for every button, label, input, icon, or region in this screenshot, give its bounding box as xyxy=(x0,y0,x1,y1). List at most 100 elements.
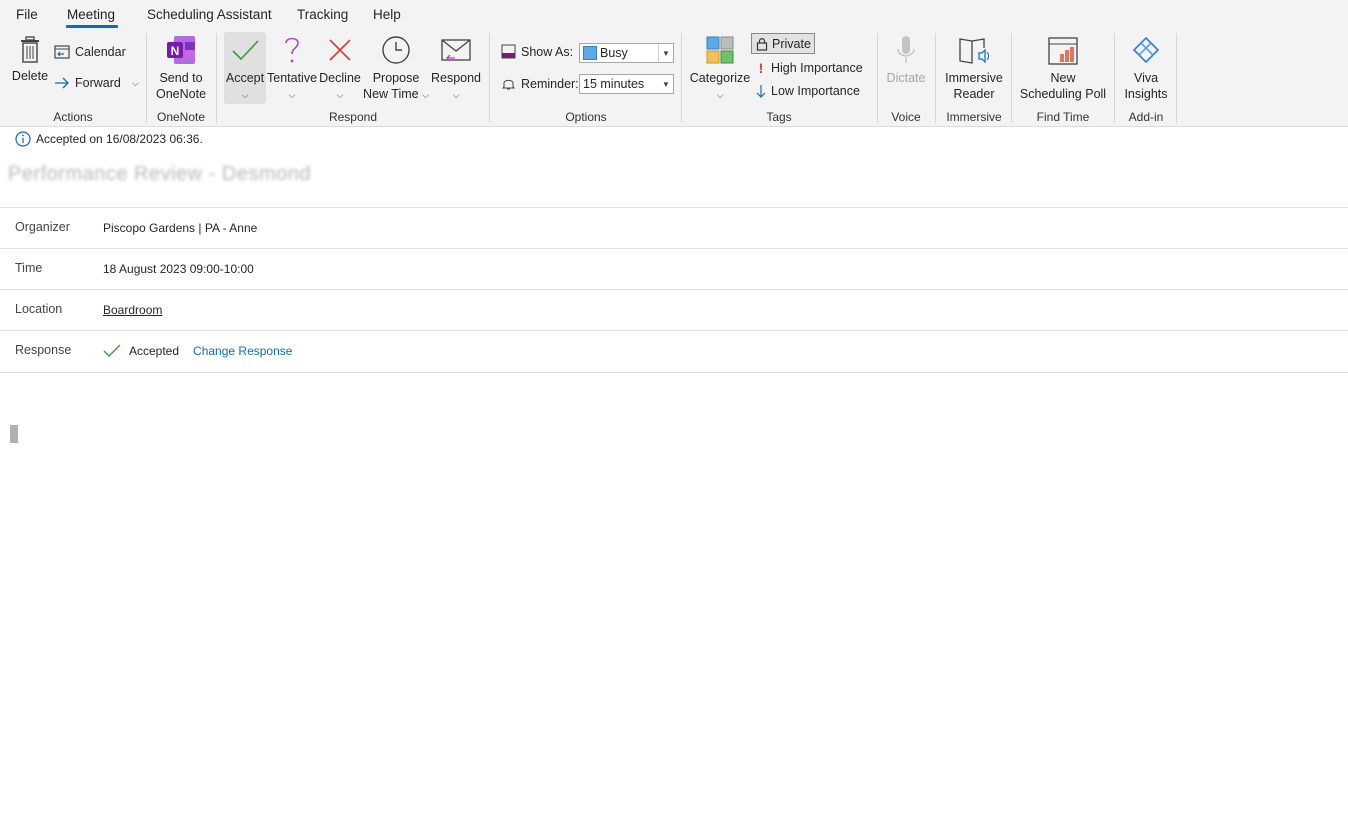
scheduling-poll-icon xyxy=(1048,37,1078,65)
high-importance-label: High Importance xyxy=(771,61,863,75)
divider xyxy=(877,33,878,123)
group-voice-label: Voice xyxy=(891,110,921,124)
dictate-label: Dictate xyxy=(886,71,926,85)
categorize-icon xyxy=(706,36,734,64)
menu-file[interactable]: File xyxy=(16,7,38,22)
divider xyxy=(146,33,147,123)
viva-label-2: Insights xyxy=(1124,87,1168,101)
svg-text:N: N xyxy=(171,44,180,58)
categorize-button[interactable]: Categorize ⌵ xyxy=(688,34,752,103)
divider xyxy=(1176,33,1177,123)
show-as-select[interactable]: Busy ▼ xyxy=(579,43,674,63)
viva-insights-icon xyxy=(1132,36,1160,64)
response-row: Response Accepted Change Response xyxy=(0,330,1348,373)
new-scheduling-poll-button[interactable]: New Scheduling Poll xyxy=(1016,34,1110,102)
group-find-time-label: Find Time xyxy=(1036,110,1090,124)
meeting-title-text: Performance Review - Desmond xyxy=(8,163,311,185)
tentative-label: Tentative xyxy=(267,71,318,85)
accept-label: Accept xyxy=(225,71,265,85)
chevron-down-icon: ⌵ xyxy=(336,90,344,100)
divider xyxy=(1114,33,1115,123)
menu-help[interactable]: Help xyxy=(373,7,401,22)
respond-button[interactable]: Respond ⌵ xyxy=(430,34,482,103)
viva-label-1: Viva xyxy=(1133,71,1159,85)
send-to-label-2: OneNote xyxy=(155,87,207,101)
time-value: 18 August 2023 09:00-10:00 xyxy=(103,262,254,276)
menu-meeting[interactable]: Meeting xyxy=(67,7,115,22)
show-as-label-wrap: Show As: xyxy=(501,44,573,59)
checkmark-icon xyxy=(232,40,259,61)
bell-icon xyxy=(501,79,516,90)
low-importance-label: Low Importance xyxy=(771,84,860,98)
chevron-down-icon: ⌵ xyxy=(716,90,724,100)
chevron-down-icon: ⌵ xyxy=(452,90,460,100)
categorize-label: Categorize xyxy=(689,71,751,85)
forward-button[interactable]: Forward ⌵ xyxy=(54,76,139,90)
text-cursor xyxy=(10,425,18,443)
group-actions-label: Actions xyxy=(53,110,93,124)
trash-icon xyxy=(21,36,39,63)
info-bar: Accepted on 16/08/2023 06:36. xyxy=(15,131,203,147)
dictate-button[interactable]: Dictate xyxy=(883,34,929,86)
info-icon xyxy=(15,131,31,147)
calendar-button[interactable]: Calendar xyxy=(54,44,126,59)
clock-icon xyxy=(382,36,410,64)
close-icon xyxy=(329,39,351,61)
immersive-reader-button[interactable]: Immersive Reader xyxy=(942,34,1006,102)
decline-label: Decline xyxy=(319,71,361,85)
location-label: Location xyxy=(15,302,63,316)
menu-tracking[interactable]: Tracking xyxy=(297,7,348,22)
immersive-label-2: Reader xyxy=(953,87,995,101)
chevron-down-icon: ⌵ xyxy=(241,90,249,100)
show-as-icon xyxy=(501,44,516,59)
reminder-select[interactable]: 15 minutes ▼ xyxy=(579,74,674,94)
question-mark-icon xyxy=(285,37,299,63)
reminder-value: 15 minutes xyxy=(583,77,645,91)
chevron-down-icon: ▼ xyxy=(662,79,670,89)
exclamation-icon: ! xyxy=(758,60,764,76)
onenote-icon: N xyxy=(167,36,195,64)
lock-icon xyxy=(756,37,768,51)
private-label: Private xyxy=(772,36,811,51)
send-to-label-1: Send to xyxy=(159,71,203,85)
organizer-row: Organizer Piscopo Gardens | PA - Anne xyxy=(0,207,1348,249)
chevron-down-icon[interactable]: ⌵ xyxy=(132,78,139,89)
menu-scheduling-assistant[interactable]: Scheduling Assistant xyxy=(147,7,272,22)
delete-button[interactable]: Delete xyxy=(10,34,50,84)
divider xyxy=(1011,33,1012,123)
propose-new-time-button[interactable]: Propose New Time ⌵ xyxy=(362,34,430,103)
change-response-link[interactable]: Change Response xyxy=(193,344,292,358)
viva-insights-button[interactable]: Viva Insights xyxy=(1120,34,1172,102)
busy-color-swatch xyxy=(583,46,597,60)
response-label: Response xyxy=(15,343,72,357)
forward-label: Forward xyxy=(75,76,121,90)
accept-button[interactable]: Accept ⌵ xyxy=(224,34,266,103)
decline-button[interactable]: Decline ⌵ xyxy=(317,34,363,103)
divider xyxy=(216,33,217,123)
checkmark-icon xyxy=(103,344,121,357)
group-onenote-label: OneNote xyxy=(156,110,206,124)
chevron-down-icon: ⌵ xyxy=(288,90,296,100)
propose-label-1: Propose xyxy=(372,71,420,85)
envelope-reply-icon xyxy=(441,39,471,62)
show-as-value: Busy xyxy=(600,46,628,60)
immersive-label-1: Immersive xyxy=(945,71,1003,85)
organizer-label: Organizer xyxy=(15,220,70,234)
time-label: Time xyxy=(15,261,43,275)
delete-label: Delete xyxy=(11,69,49,83)
low-importance-button[interactable]: Low Importance xyxy=(756,84,860,98)
calendar-label: Calendar xyxy=(75,44,126,59)
group-immersive-label: Immersive xyxy=(946,110,1002,124)
show-as-label: Show As: xyxy=(521,44,574,59)
location-link[interactable]: Boardroom xyxy=(103,303,162,317)
tentative-button[interactable]: Tentative ⌵ xyxy=(267,34,317,103)
send-to-onenote-button[interactable]: N Send to OneNote xyxy=(153,34,209,102)
private-button[interactable]: Private xyxy=(751,33,815,54)
time-row: Time 18 August 2023 09:00-10:00 xyxy=(0,248,1348,290)
high-importance-button[interactable]: ! High Importance xyxy=(756,60,863,76)
meeting-title: Performance Review - Desmond xyxy=(8,163,311,195)
group-tags-label: Tags xyxy=(766,110,792,124)
calendar-icon xyxy=(54,45,70,59)
chevron-down-icon: ▼ xyxy=(658,44,673,62)
immersive-reader-icon xyxy=(959,38,989,64)
